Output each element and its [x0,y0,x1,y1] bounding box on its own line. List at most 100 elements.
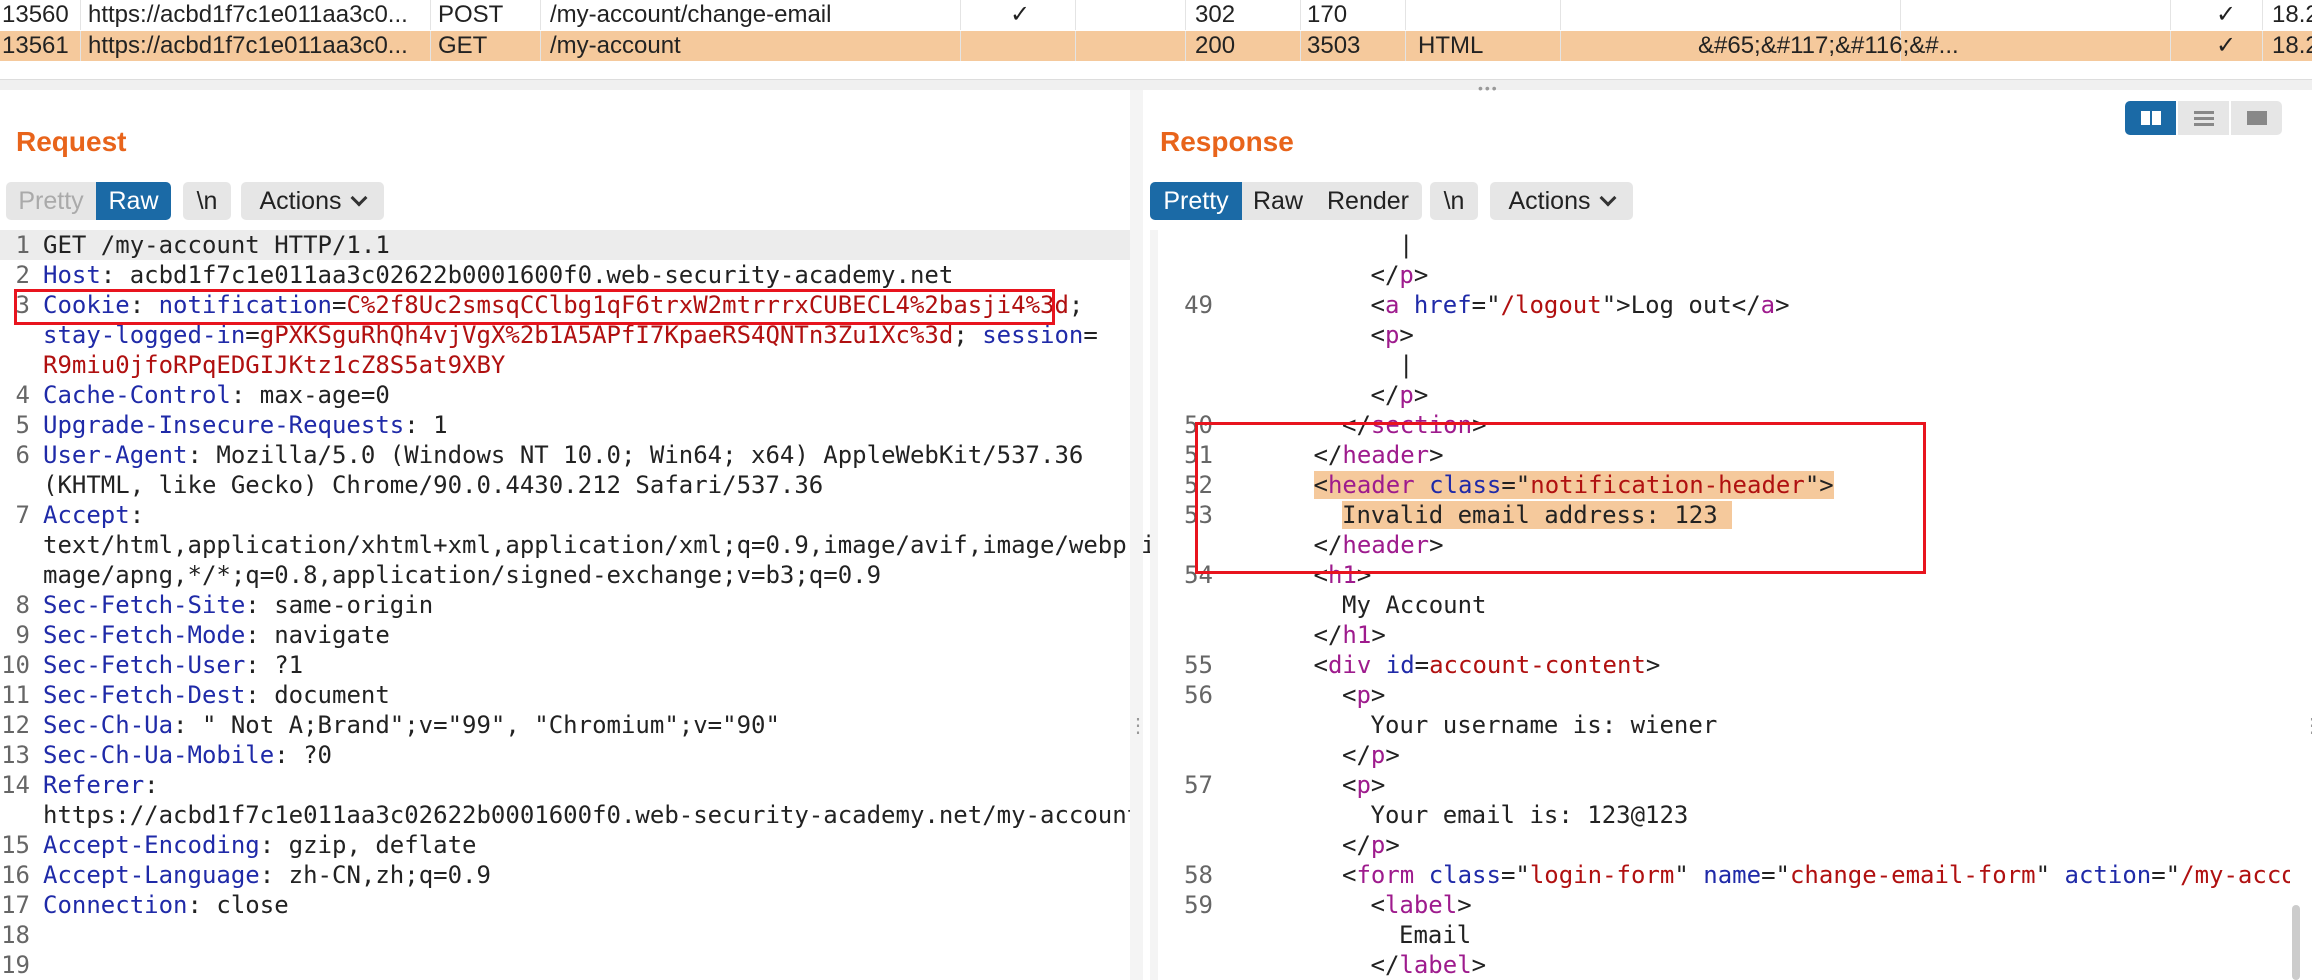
code-token: ; [1068,291,1084,319]
line-number: 14 [1,771,30,799]
column-separator [1900,0,1901,30]
column-separator [80,31,81,61]
history-cell-length: 3503 [1307,32,1361,59]
code-token: text/html,application/xhtml+xml,applicat… [43,531,1156,559]
code-token: Accept [43,501,130,529]
line-number: 11 [1,681,30,709]
code-token: > [1370,681,1386,709]
code-token: Accept-Encoding [43,831,260,859]
code-token: action [2064,861,2152,889]
response-scrollbar[interactable] [2292,905,2300,980]
code-token: form [1356,861,1429,889]
code-token: =" [1500,861,1530,889]
column-separator [960,0,961,30]
line-number [1143,590,1213,620]
pane-divider[interactable] [0,79,2312,90]
chevron-down-icon [1599,189,1617,207]
response-tab-render[interactable]: Render [1314,182,1422,220]
code-token: " [1674,861,1704,889]
response-tab-pretty[interactable]: Pretty [1150,182,1242,220]
history-row[interactable]: 13560 https://acbd1f7c1e011aa3c0... POST/m… [0,0,2312,30]
columns-icon [2141,111,2161,125]
response-tab-raw[interactable]: Raw [1242,182,1314,220]
code-token: > [1471,951,1487,979]
line-number: 5 [15,411,30,439]
code-token: mage/apng,*/*;q=0.8,application/signed-e… [43,561,882,589]
column-separator [540,0,541,30]
line-number [0,560,30,590]
line-number [0,530,30,560]
line-number [0,800,30,830]
cookie-highlight-box [14,289,1055,325]
request-actions-button[interactable]: Actions [241,182,384,220]
line-number [1143,620,1213,650]
code-token: p [1399,381,1414,409]
code-token: Your username is: wiener [1370,711,1718,739]
history-cell-url: /my-account/change-email [550,1,832,28]
line-number [1143,920,1213,950]
code-token: /logout [1500,291,1602,319]
code-token: </ [1370,951,1400,979]
response-newline-toggle[interactable]: \n [1430,182,1478,220]
code-token: > [1413,261,1429,289]
code-token: : max-age=0 [230,381,390,409]
code-line: <div id=account-content> [1314,650,1661,680]
right-grip-icon[interactable]: ⋮ [2302,716,2312,736]
code-line: <a href="/logout">Log out</a> [1371,290,1790,320]
line-number: 57 [1184,771,1213,799]
code-token: < [1342,681,1357,709]
code-token: Referer [43,771,145,799]
layout-side-by-side-button[interactable] [2125,101,2176,135]
code-token: > [1399,321,1414,349]
response-actions-button[interactable]: Actions [1490,182,1633,220]
code-token: p [1370,741,1386,769]
history-cell-method: POST [438,1,504,28]
code-token: stay-logged-in [43,321,246,349]
code-line: Connection: close [43,890,289,920]
code-token: a [1760,291,1776,319]
code-line: <form class="login-form" name="change-em… [1342,860,2290,890]
line-number: 10 [1,651,30,679]
history-cell-status: 302 [1195,1,1236,28]
resize-grip-icon[interactable]: ••• [1478,80,1499,96]
code-token: : close [187,891,289,919]
line-number [1143,320,1213,350]
response-editor[interactable]: | </p> 49 <a href="/logout">Log out</a> <p> |… [1143,230,2290,980]
pane-splitter[interactable] [1130,90,1143,980]
code-line: R9miu0jfoRPqEDGIJKtz1cZ8S5at9XBY [43,350,505,380]
history-row[interactable]: 13561 https://acbd1f7c1e011aa3c0... GET/my… [0,31,2312,61]
column-separator [430,31,431,61]
request-tab-raw[interactable]: Raw [96,182,171,220]
code-line: Referer: [43,770,159,800]
column-separator [1185,31,1186,61]
history-cell-mime: HTML [1418,32,1484,59]
code-token: h1 [1342,621,1372,649]
column-separator [1075,0,1076,30]
history-cell-url: /my-account [550,32,681,59]
code-line: Accept-Encoding: gzip, deflate [43,830,477,860]
request-tab-pretty[interactable]: Pretty [6,182,96,220]
request-newline-toggle[interactable]: \n [183,182,231,220]
code-token: p [1370,831,1386,859]
code-token: < [1342,771,1357,799]
request-editor[interactable]: 1 GET /my-account HTTP/1.1 2 Host: acbd1f7c… [0,230,1156,980]
code-line: Sec-Fetch-Dest: document [43,680,390,710]
line-number: 18 [1,921,30,949]
code-token: label [1384,891,1458,919]
response-actions-label: Actions [1508,187,1591,215]
code-line: </p> [1371,380,1429,410]
layout-stacked-button[interactable] [2178,101,2229,135]
code-token: > [1370,771,1386,799]
code-token: My Account [1342,591,1487,619]
history-cell-ip: 18.2 [2272,1,2312,28]
line-number: 12 [1,711,30,739]
code-token: Sec-Fetch-User [43,651,246,679]
column-separator [2170,0,2171,30]
column-separator [960,31,961,61]
line-number: 16 [1,861,30,889]
layout-single-button[interactable] [2231,101,2282,135]
code-token: : ?1 [245,651,304,679]
code-token: Sec-Fetch-Site [43,591,246,619]
request-actions-label: Actions [259,187,342,215]
line-number: 4 [15,381,30,409]
